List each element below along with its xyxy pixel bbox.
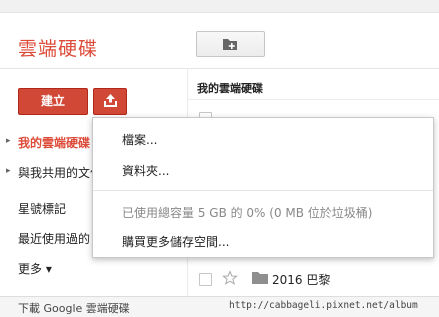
sidebar-item-more[interactable]: 更多 ▾ — [18, 260, 52, 277]
download-drive-link[interactable]: 下載 Google 雲端硬碟 — [18, 300, 130, 316]
star-icon[interactable] — [222, 270, 238, 286]
sidebar-item-recent[interactable]: 最近使用過的 — [18, 230, 90, 247]
expand-arrow-icon[interactable]: ▸ — [6, 166, 11, 176]
app-title: 雲端硬碟 — [18, 38, 99, 60]
sidebar-item-shared-with-me[interactable]: 與我共用的文件 — [18, 164, 102, 181]
upload-menu: 檔案... 資料夾... 已使用總容量 5 GB 的 0% (0 MB 位於垃圾… — [92, 117, 434, 258]
folder-icon — [252, 272, 268, 284]
header-divider — [0, 68, 439, 69]
footer: 下載 Google 雲端硬碟 http://cabbageli.pixnet.n… — [0, 296, 439, 317]
menu-divider — [93, 190, 433, 191]
upload-folder-item[interactable]: 資料夾... — [122, 162, 169, 179]
folder-name[interactable]: 2016 巴黎 — [272, 271, 330, 288]
buy-storage-item[interactable]: 購買更多儲存空間... — [122, 233, 229, 250]
expand-arrow-icon[interactable]: ▸ — [6, 136, 11, 146]
sidebar-item-my-drive[interactable]: 我的雲端硬碟 — [18, 134, 90, 151]
list-header-divider — [188, 99, 439, 100]
storage-info: 已使用總容量 5 GB 的 0% (0 MB 位於垃圾桶) — [122, 206, 373, 220]
watermark: http://cabbageli.pixnet.net/album — [229, 300, 418, 311]
create-button[interactable]: 建立 — [18, 88, 88, 115]
row-checkbox[interactable] — [199, 273, 212, 286]
breadcrumb: 我的雲端硬碟 — [197, 82, 263, 95]
sidebar-item-starred[interactable]: 星號標記 — [18, 200, 66, 217]
upload-files-item[interactable]: 檔案... — [122, 131, 157, 148]
new-folder-icon — [223, 39, 237, 50]
upload-icon — [104, 94, 117, 107]
top-bar — [0, 0, 439, 13]
new-folder-button[interactable] — [196, 31, 265, 57]
upload-button[interactable] — [93, 88, 127, 115]
